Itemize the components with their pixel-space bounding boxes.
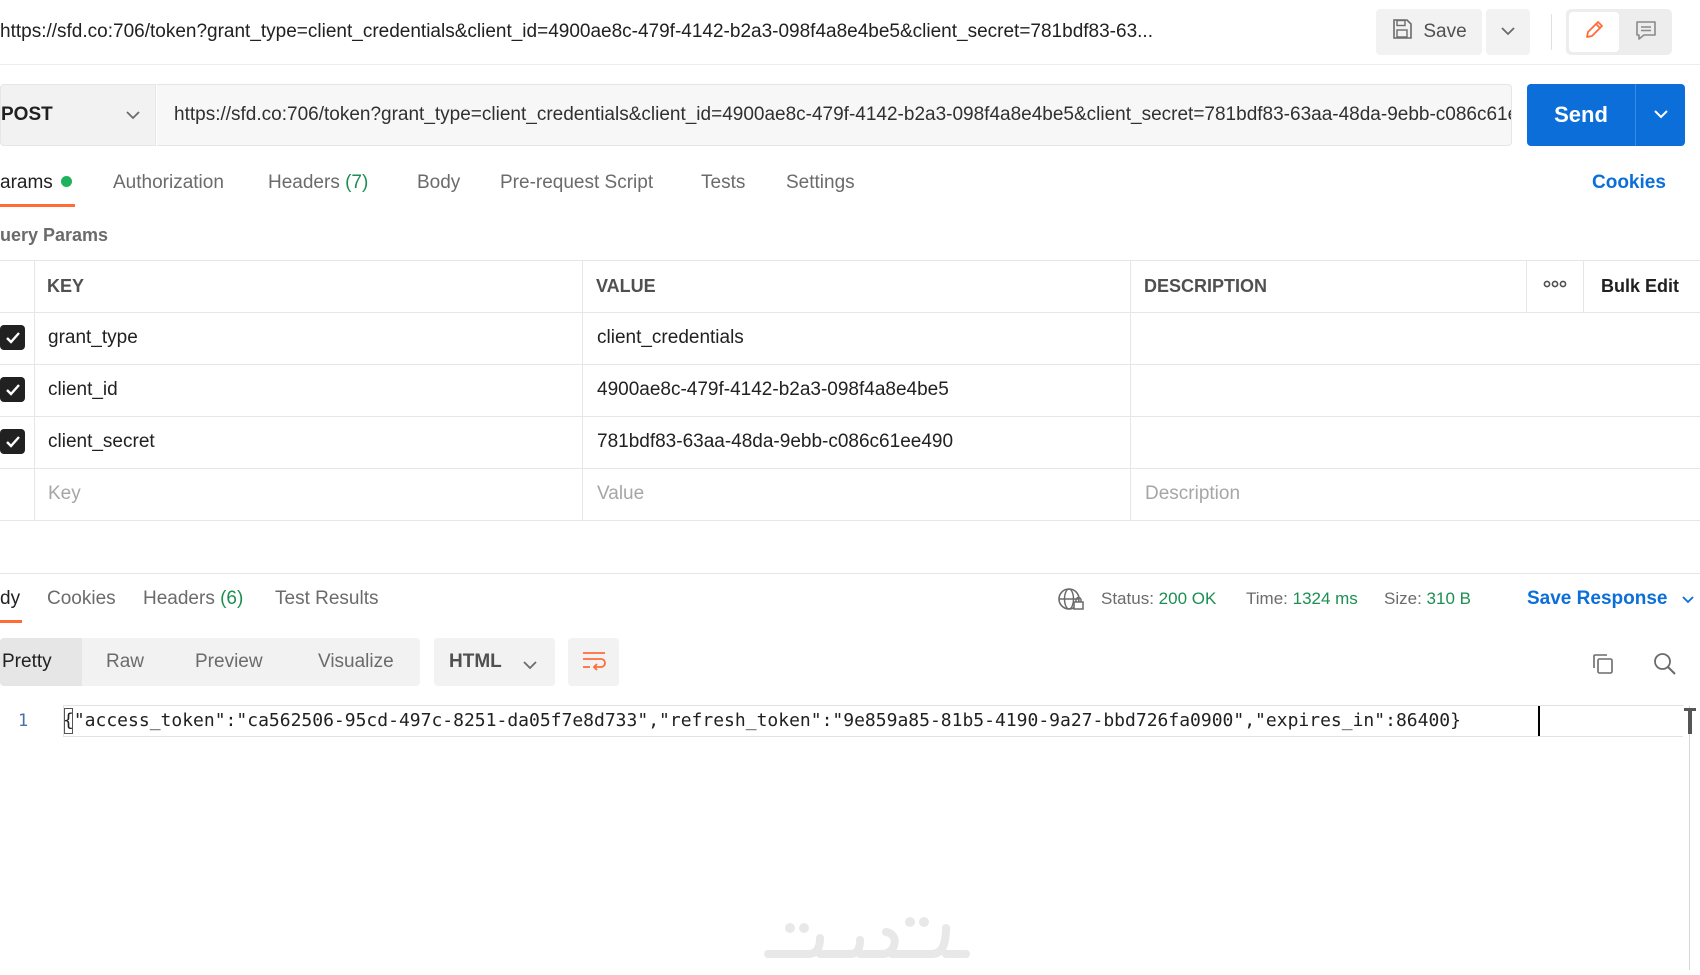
tab-settings[interactable]: Settings: [786, 160, 855, 206]
tab-headers[interactable]: Headers (7): [268, 160, 368, 206]
bracket-match-marker: [64, 708, 73, 734]
send-button[interactable]: Send: [1527, 84, 1635, 146]
time-value: 1324 ms: [1292, 589, 1358, 608]
new-key-input[interactable]: Key: [48, 468, 81, 520]
response-tab-headers[interactable]: Headers (6): [143, 576, 243, 622]
chevron-down-icon: [1653, 106, 1669, 124]
check-icon: [5, 383, 20, 396]
wrap-lines-button[interactable]: [568, 638, 619, 686]
response-headers-count: (6): [220, 588, 244, 609]
edit-mode-button[interactable]: [1569, 12, 1619, 52]
chevron-down-icon: [125, 107, 141, 125]
response-tab-cookies[interactable]: Cookies: [47, 576, 116, 622]
response-time[interactable]: Time: 1324 ms: [1246, 576, 1358, 622]
active-response-tab-indicator: [0, 620, 22, 623]
response-divider: [0, 573, 1700, 574]
tab-tests[interactable]: Tests: [701, 160, 745, 206]
query-params-title: uery Params: [0, 225, 109, 245]
active-tab-indicator: [0, 204, 75, 207]
search-icon[interactable]: [1652, 651, 1678, 682]
text-cursor: [1538, 706, 1540, 736]
send-options-button[interactable]: [1636, 84, 1685, 146]
headers-count: (7): [345, 172, 369, 193]
method-value: POST: [1, 104, 53, 125]
response-tab-body[interactable]: dy: [0, 576, 20, 622]
row-checkbox[interactable]: [0, 325, 25, 350]
response-tab-test-results[interactable]: Test Results: [275, 576, 378, 622]
tab-body[interactable]: Body: [417, 160, 460, 206]
pencil-icon: [1583, 19, 1605, 46]
tab-authorization[interactable]: Authorization: [113, 160, 224, 206]
save-label: Save: [1423, 21, 1467, 42]
new-description-input[interactable]: Description: [1145, 468, 1240, 520]
param-key[interactable]: grant_type: [48, 312, 138, 364]
response-size[interactable]: Size: 310 B: [1384, 576, 1471, 622]
save-response-button[interactable]: Save Response: [1527, 576, 1695, 622]
format-value: HTML: [449, 651, 502, 672]
url-value: https://sfd.co:706/token?grant_type=clie…: [174, 104, 1512, 125]
check-icon: [5, 435, 20, 448]
url-input[interactable]: https://sfd.co:706/token?grant_type=clie…: [157, 84, 1512, 146]
watermark-logo: [760, 910, 980, 970]
check-icon: [5, 331, 20, 344]
save-options-button[interactable]: [1486, 9, 1530, 55]
comment-icon: [1635, 19, 1657, 46]
params-table: KEY VALUE DESCRIPTION Bulk Edit grant_ty…: [0, 260, 1700, 522]
size-label: Size:: [1384, 589, 1422, 608]
param-key[interactable]: client_secret: [48, 416, 155, 468]
save-response-label: Save Response: [1527, 588, 1668, 609]
format-select[interactable]: HTML: [434, 638, 555, 686]
wrap-lines-icon: [581, 649, 607, 676]
save-icon: [1391, 18, 1413, 46]
new-value-input[interactable]: Value: [597, 468, 644, 520]
globe-lock-icon[interactable]: [1057, 587, 1085, 618]
status-label: Status:: [1101, 589, 1154, 608]
column-header-description: DESCRIPTION: [1144, 276, 1268, 296]
response-body-text[interactable]: {"access_token":"ca562506-95cd-497c-8251…: [63, 706, 1461, 736]
row-checkbox[interactable]: [0, 429, 25, 454]
chevron-down-icon: [1681, 588, 1695, 609]
tab-params[interactable]: arams: [0, 160, 72, 206]
comments-button[interactable]: [1621, 12, 1671, 52]
save-button[interactable]: Save: [1376, 9, 1482, 55]
chevron-down-icon: [1500, 23, 1516, 41]
row-checkbox[interactable]: [0, 377, 25, 402]
param-value[interactable]: client_credentials: [597, 312, 744, 364]
param-key[interactable]: client_id: [48, 364, 118, 416]
view-raw-button[interactable]: Raw: [106, 638, 144, 686]
bulk-edit-button[interactable]: Bulk Edit: [1601, 260, 1679, 312]
status-value: 200 OK: [1158, 589, 1217, 608]
toolbar-divider: [1551, 14, 1552, 50]
scrollbar-thumb[interactable]: [1684, 708, 1696, 734]
view-preview-button[interactable]: Preview: [195, 638, 263, 686]
response-status[interactable]: Status: 200 OK: [1101, 576, 1216, 622]
line-number: 1: [18, 711, 29, 731]
more-options-icon[interactable]: [1543, 277, 1567, 296]
size-value: 310 B: [1426, 589, 1471, 608]
column-header-key: KEY: [47, 276, 85, 296]
tab-params-label: arams: [0, 172, 53, 193]
method-select[interactable]: POST: [0, 84, 156, 146]
view-pretty-button[interactable]: Pretty: [2, 638, 52, 686]
tab-headers-label: Headers: [268, 172, 340, 193]
param-value[interactable]: 4900ae8c-479f-4142-b2a3-098f4a8e4be5: [597, 364, 949, 416]
view-visualize-button[interactable]: Visualize: [318, 638, 394, 686]
column-header-value: VALUE: [596, 276, 656, 296]
chevron-down-icon: [522, 657, 538, 675]
editor-scrollbar[interactable]: [1689, 706, 1690, 970]
request-title[interactable]: https://sfd.co:706/token?grant_type=clie…: [0, 0, 1153, 64]
cookies-link[interactable]: Cookies: [1592, 160, 1666, 206]
copy-icon[interactable]: [1590, 651, 1616, 682]
tab-pre-request-script[interactable]: Pre-request Script: [500, 160, 653, 206]
params-active-dot: [60, 176, 72, 187]
response-headers-label: Headers: [143, 588, 215, 609]
title-bar: https://sfd.co:706/token?grant_type=clie…: [0, 0, 1700, 65]
time-label: Time:: [1246, 589, 1288, 608]
param-value[interactable]: 781bdf83-63aa-48da-9ebb-c086c61ee490: [597, 416, 953, 468]
